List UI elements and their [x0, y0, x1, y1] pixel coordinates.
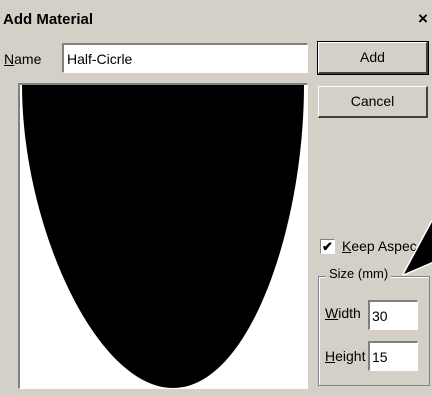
height-label-rest: eight — [335, 348, 366, 364]
keep-aspect-accel: K — [342, 238, 352, 254]
checkbox-check-icon[interactable]: ✔ — [320, 239, 335, 254]
keep-aspect-label: Keep Aspec — [342, 238, 417, 254]
half-circle-shape — [22, 85, 304, 388]
name-label: Name — [4, 51, 41, 67]
height-label: Height — [325, 348, 365, 364]
cancel-button[interactable]: Cancel — [318, 86, 428, 118]
name-label-accel: N — [4, 51, 15, 67]
half-circle-fill — [22, 85, 304, 388]
height-label-accel: H — [325, 348, 336, 364]
window-title: Add Material — [3, 11, 94, 28]
name-label-rest: ame — [14, 51, 42, 67]
title-bar: Add Material × — [0, 0, 432, 34]
add-button[interactable]: Add — [317, 41, 429, 75]
name-input[interactable] — [62, 43, 308, 73]
width-label: Width — [325, 305, 361, 321]
width-label-accel: W — [325, 305, 339, 321]
close-icon[interactable]: × — [418, 10, 428, 27]
size-group-label: Size (mm) — [326, 266, 392, 281]
height-input[interactable] — [368, 341, 418, 371]
width-input[interactable] — [368, 300, 418, 330]
width-label-rest: idth — [338, 305, 361, 321]
shape-preview — [18, 83, 308, 389]
keep-aspect-checkbox[interactable]: ✔ Keep Aspec — [318, 236, 432, 256]
keep-aspect-label-rest: eep Aspec — [351, 238, 417, 254]
